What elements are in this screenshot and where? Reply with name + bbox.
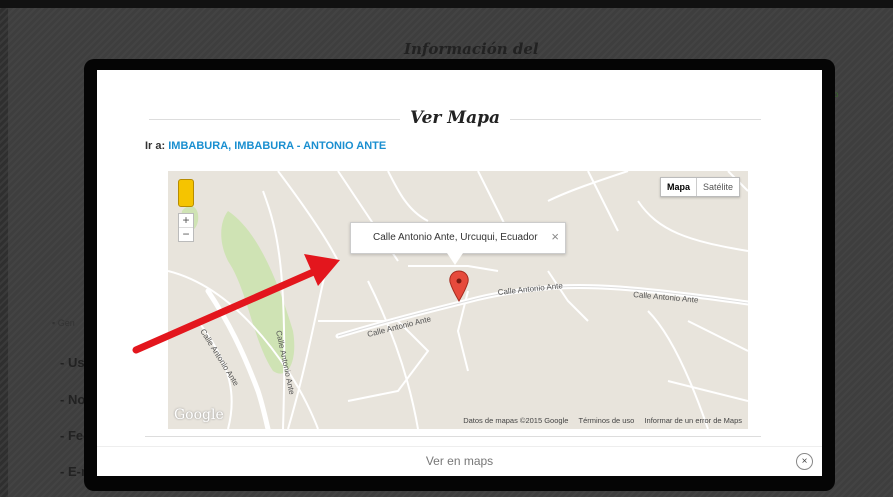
goto-row: Ir a: IMBABURA, IMBABURA - ANTONIO ANTE (145, 140, 386, 152)
modal-title: Ver Mapa (399, 108, 511, 128)
modal-divider (145, 436, 761, 437)
map-type-satellite-button[interactable]: Satélite (697, 178, 739, 196)
modal-footer: Ver en maps × (97, 446, 822, 476)
background-section-label: ▪ Gen (52, 318, 75, 328)
zoom-out-button[interactable]: − (179, 228, 193, 241)
info-window-close-icon[interactable]: × (551, 229, 559, 244)
map-canvas[interactable]: Calle Antonio Ante Calle Antonio Ante Ca… (168, 171, 748, 429)
goto-label: Ir a: (145, 140, 166, 152)
map-attribution: Datos de mapas ©2015 Google Términos de … (455, 416, 742, 425)
map-modal: Ver Mapa Ir a: IMBABURA, IMBABURA - ANTO… (97, 70, 822, 446)
goto-location-link[interactable]: IMBABURA, IMBABURA - ANTONIO ANTE (168, 140, 386, 152)
info-window-address: Calle Antonio Ante, Urcuqui, Ecuador (373, 232, 538, 243)
map-info-window: Calle Antonio Ante, Urcuqui, Ecuador × (350, 222, 566, 265)
close-modal-button[interactable]: × (796, 453, 813, 470)
zoom-in-button[interactable]: + (179, 214, 193, 228)
map-data-credit: Datos de mapas ©2015 Google (463, 416, 569, 425)
street-label: Calle Antonio Ante (633, 290, 699, 305)
map-type-map-button[interactable]: Mapa (661, 178, 697, 196)
view-in-maps-link[interactable]: Ver en maps (97, 454, 822, 468)
street-view-pegman-icon[interactable] (178, 179, 194, 207)
top-bar (0, 0, 893, 8)
street-label: Calle Antonio Ante (497, 281, 564, 297)
modal-title-row: Ver Mapa (149, 108, 761, 132)
background-heading: Información del (404, 40, 539, 58)
google-logo: Google (174, 407, 224, 423)
map-tiles: Calle Antonio Ante Calle Antonio Ante Ca… (168, 171, 748, 429)
location-marker-icon[interactable] (449, 270, 469, 302)
zoom-control: + − (178, 213, 194, 242)
report-error-link[interactable]: Informar de un error de Maps (644, 416, 742, 425)
terms-of-use-link[interactable]: Términos de uso (579, 416, 635, 425)
map-type-control: Mapa Satélite (659, 177, 740, 197)
info-window-pointer (447, 253, 463, 265)
